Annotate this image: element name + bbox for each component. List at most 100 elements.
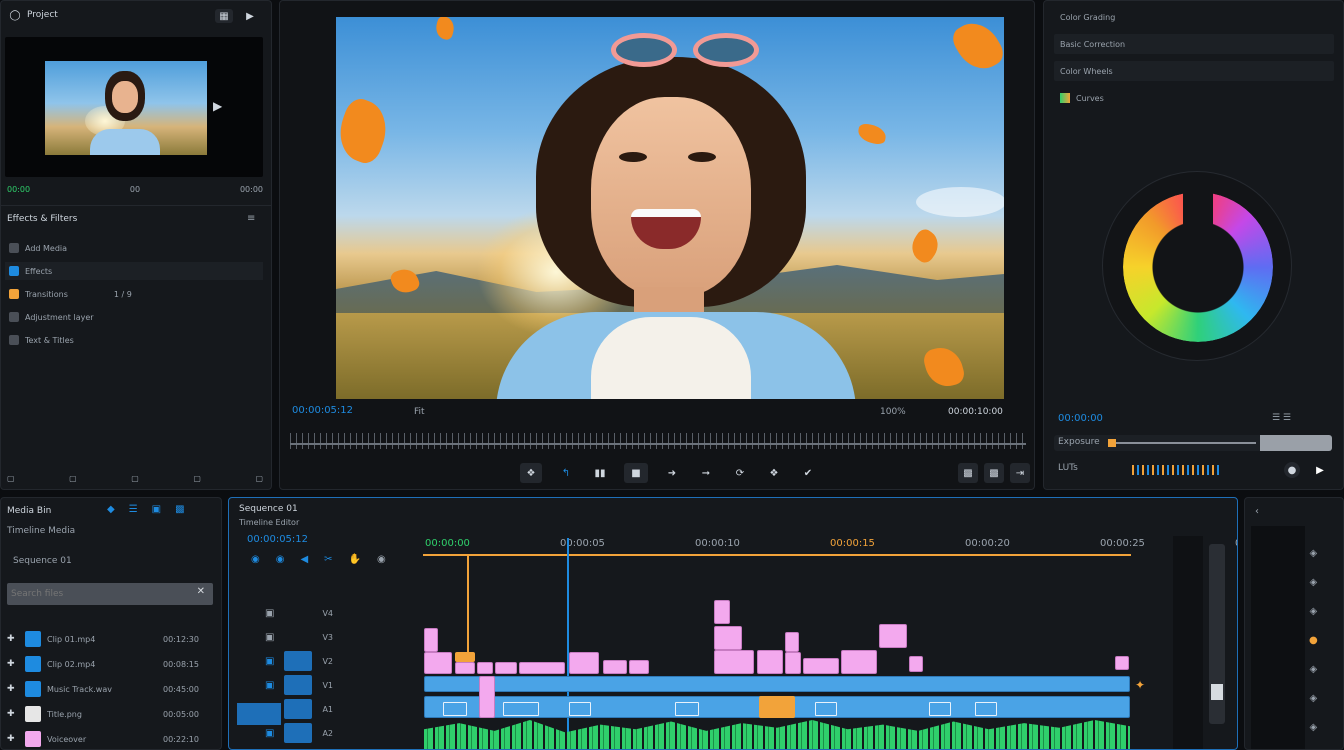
project-item[interactable]: ✚ Music Track.wav 00:45:00: [7, 680, 213, 698]
mixer-collapse-icon[interactable]: ‹: [1255, 506, 1259, 517]
search-input[interactable]: [11, 586, 161, 602]
graphic-clip[interactable]: [629, 660, 649, 674]
effects-list-item[interactable]: Adjustment layer: [5, 308, 263, 326]
zoom-tool-icon[interactable]: ◉: [377, 554, 386, 565]
track-lock-icon[interactable]: ▣: [265, 728, 274, 739]
chart-icon[interactable]: ▩: [175, 504, 184, 515]
export-frame-button[interactable]: ✔: [798, 463, 818, 483]
mixer-knob-2[interactable]: ◈: [1310, 577, 1318, 588]
track-header[interactable]: ▣ V1: [229, 674, 389, 696]
exposure-slider[interactable]: Exposure: [1054, 435, 1332, 451]
graphic-clip[interactable]: [495, 662, 517, 674]
play-source-button[interactable]: ▶: [241, 9, 259, 23]
mixer-knob-5[interactable]: ◈: [1310, 664, 1318, 675]
graphic-clip[interactable]: [785, 632, 799, 652]
mark-out-button[interactable]: ❖: [764, 463, 784, 483]
fit-dropdown[interactable]: Fit: [414, 407, 425, 417]
footer-icon-2[interactable]: ▢: [69, 474, 77, 483]
track-toggle[interactable]: [284, 603, 312, 623]
track-toggle[interactable]: [284, 627, 312, 647]
fullscreen-button[interactable]: ⇥: [1010, 463, 1030, 483]
razor-tool-icon[interactable]: ✂: [324, 554, 332, 565]
track-lock-icon[interactable]: ▣: [265, 608, 274, 619]
selected-clip[interactable]: [759, 696, 795, 718]
previous-button[interactable]: ▮▮: [590, 463, 610, 483]
settings-button[interactable]: ▩: [958, 463, 978, 483]
mark-in-button[interactable]: ❖: [520, 463, 542, 483]
sequence-tab[interactable]: Sequence 01: [239, 504, 298, 514]
project-item[interactable]: ✚ Clip 01.mp4 00:12:30: [7, 630, 213, 648]
expand-icon[interactable]: ✚: [7, 734, 19, 744]
transition-clip[interactable]: [479, 676, 495, 718]
track-toggle[interactable]: [284, 699, 313, 719]
color-row[interactable]: Color Wheels: [1054, 61, 1334, 81]
next-button[interactable]: ➜: [662, 463, 682, 483]
footer-icon-4[interactable]: ▢: [193, 474, 201, 483]
footer-icon-1[interactable]: ▢: [7, 474, 15, 483]
record-button[interactable]: ●: [1284, 462, 1300, 478]
loop-button[interactable]: ⟳: [730, 463, 750, 483]
scrubber-track[interactable]: [290, 433, 1026, 449]
exposure-handle[interactable]: [1108, 439, 1116, 447]
graphic-clip[interactable]: [841, 650, 877, 674]
effects-list-item[interactable]: Effects: [5, 262, 263, 280]
graphic-clip[interactable]: [424, 652, 452, 674]
track-toggle[interactable]: [284, 675, 313, 695]
track-lock-icon[interactable]: ▣: [265, 632, 274, 643]
expand-icon[interactable]: ✚: [7, 684, 19, 694]
video-clip-main[interactable]: [424, 676, 1130, 692]
effects-list-item[interactable]: Add Media: [5, 239, 263, 257]
graphic-clip[interactable]: [714, 626, 742, 650]
expand-icon[interactable]: ✚: [7, 634, 19, 644]
effects-list-item[interactable]: Text & Titles: [5, 331, 263, 349]
search-box[interactable]: ✕: [7, 583, 213, 605]
track-lock-icon[interactable]: ▣: [265, 680, 274, 691]
footer-icon-5[interactable]: ▢: [255, 474, 263, 483]
audio-waveform-clip[interactable]: [424, 720, 1130, 749]
effects-list-item[interactable]: Transitions 1 / 9: [5, 285, 263, 303]
grid-view-button[interactable]: ▦: [215, 9, 233, 23]
step-forward-button[interactable]: ➞: [696, 463, 716, 483]
graphic-clip[interactable]: [519, 662, 565, 674]
graphic-clip[interactable]: [879, 624, 907, 648]
mixer-knob-1[interactable]: ◈: [1310, 548, 1318, 559]
track-toggle[interactable]: [284, 651, 313, 671]
track-header[interactable]: ▣ V3: [229, 626, 389, 648]
program-video[interactable]: [336, 17, 1004, 399]
folder-icon[interactable]: ▣: [152, 504, 161, 515]
timeline-scrollbar[interactable]: [1173, 536, 1203, 749]
graphic-clip[interactable]: [455, 662, 475, 674]
track-header[interactable]: ▣ V2: [229, 650, 389, 672]
mixer-knob-4[interactable]: ●: [1309, 635, 1318, 646]
color-wheel[interactable]: [1102, 171, 1292, 361]
safe-margins-button[interactable]: ▩: [984, 463, 1004, 483]
keyframe-icon[interactable]: ✦: [1135, 678, 1145, 692]
graphic-clip[interactable]: [424, 628, 438, 652]
graphic-clip[interactable]: [785, 652, 801, 674]
tag-icon[interactable]: ◆: [107, 504, 115, 515]
project-item[interactable]: ✚ Title.png 00:05:00: [7, 705, 213, 723]
footer-icon-3[interactable]: ▢: [131, 474, 139, 483]
graphic-clip[interactable]: [477, 662, 493, 674]
playhead[interactable]: [567, 538, 569, 749]
zoom-dropdown[interactable]: 100%: [880, 407, 906, 417]
track-lock-icon[interactable]: ▣: [265, 656, 274, 667]
project-item[interactable]: ✚ Voiceover 00:22:10: [7, 730, 213, 748]
color-row[interactable]: Curves: [1054, 88, 1334, 108]
mixer-knob-6[interactable]: ◈: [1310, 693, 1318, 704]
hand-tool-icon[interactable]: ✋: [349, 554, 361, 565]
track-select-icon[interactable]: ◉: [276, 554, 285, 565]
color-row[interactable]: Color Grading: [1054, 7, 1334, 27]
close-icon[interactable]: ✕: [197, 586, 205, 597]
graphic-clip[interactable]: [603, 660, 627, 674]
in-marker[interactable]: [467, 556, 469, 656]
list-icon[interactable]: ☰: [129, 504, 138, 515]
graphic-clip[interactable]: [803, 658, 839, 674]
graphic-clip[interactable]: [909, 656, 923, 672]
marker-clip[interactable]: [455, 652, 475, 662]
graphic-clip[interactable]: [1115, 656, 1129, 670]
step-back-button[interactable]: ↰: [556, 463, 576, 483]
play-button[interactable]: ■: [624, 463, 648, 483]
track-header[interactable]: ▣ V4: [229, 602, 389, 624]
meter-menu-icon[interactable]: ☰ ☰: [1272, 413, 1291, 423]
